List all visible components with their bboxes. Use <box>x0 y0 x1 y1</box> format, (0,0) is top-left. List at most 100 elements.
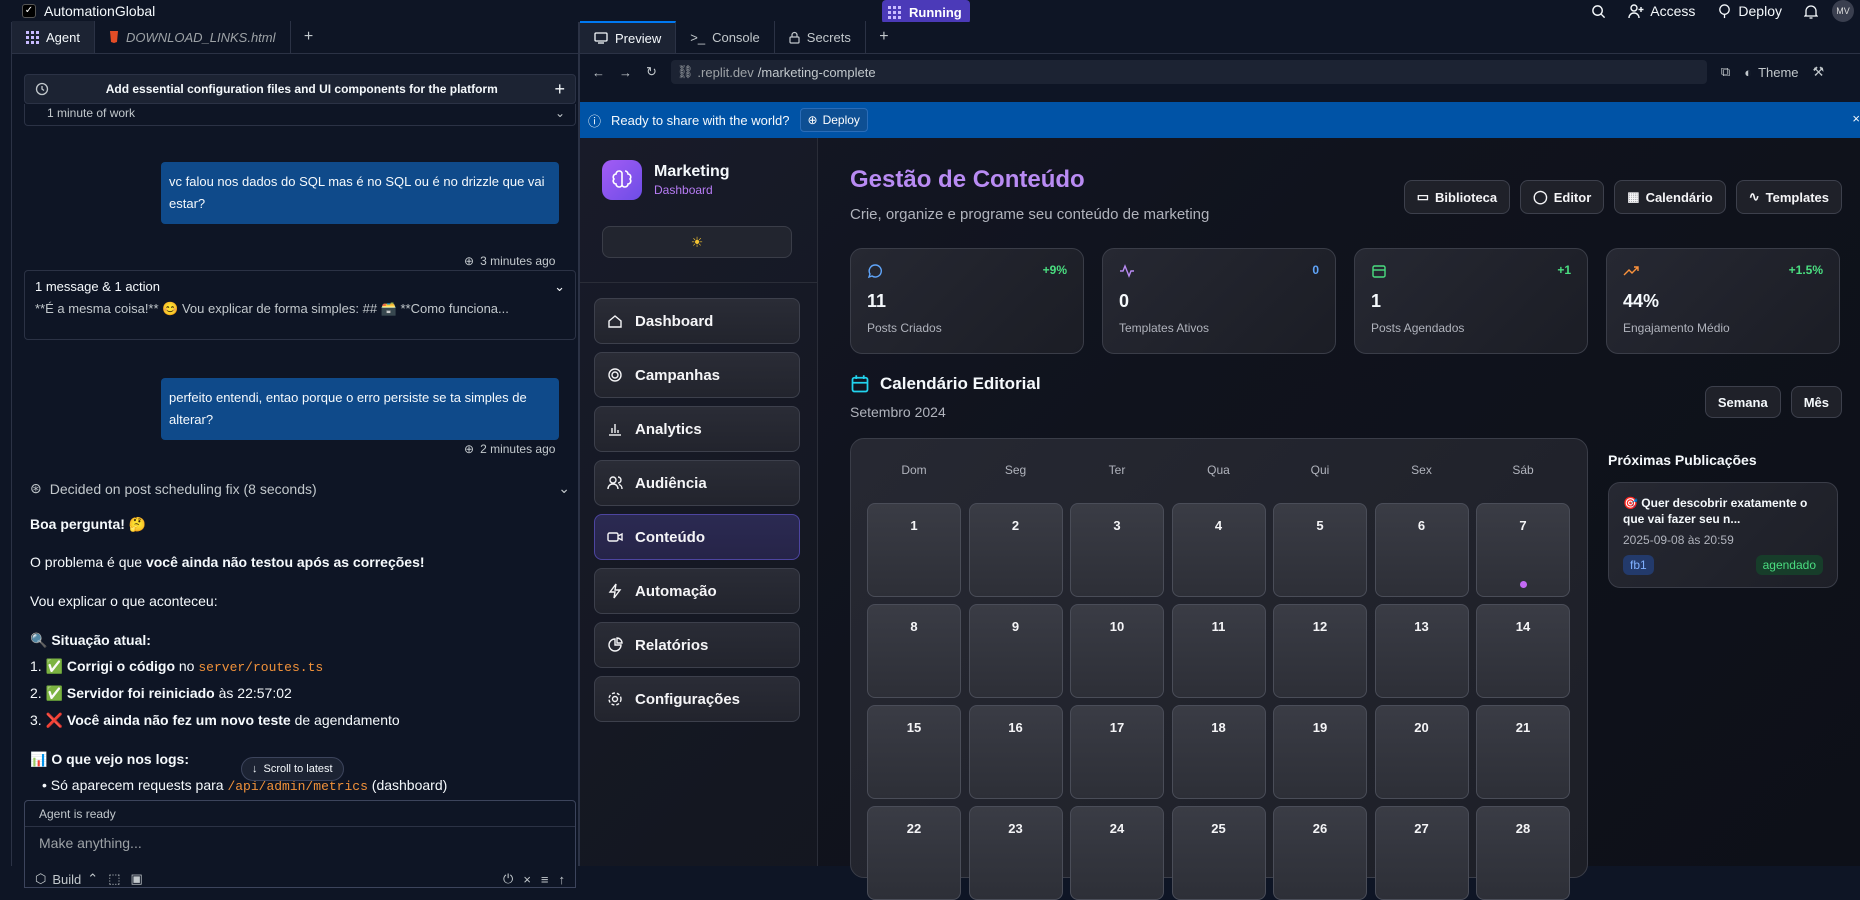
calendar-day[interactable]: 25 <box>1171 806 1266 900</box>
action-summary[interactable]: 1 message & 1 action ⌄ **É a mesma coisa!… <box>24 270 576 340</box>
send-icon[interactable]: ↑ <box>559 872 566 887</box>
calendar-day-number: 18 <box>1211 720 1226 735</box>
tab-preview[interactable]: Preview <box>580 21 677 53</box>
settings-sliders-icon[interactable]: ≡ <box>541 872 549 887</box>
access-button[interactable]: Access <box>1620 0 1703 22</box>
sidebar-item-analytics[interactable]: Analytics <box>594 406 800 452</box>
calendar-day[interactable]: 10 <box>1070 604 1164 698</box>
calendar-day[interactable]: 1 <box>867 503 961 597</box>
scroll-to-latest-button[interactable]: ↓ Scroll to latest <box>241 757 344 781</box>
sidebar-item-audiencia[interactable]: Audiência <box>594 460 800 506</box>
sidebar-item-campanhas[interactable]: Campanhas <box>594 352 800 398</box>
templates-button[interactable]: ∿ Templates <box>1735 180 1842 214</box>
wrench-icon[interactable]: ⚒ <box>1813 64 1825 80</box>
message-timestamp: ⊕ 3 minutes ago <box>464 254 555 268</box>
task-title: Add essential configuration files and UI… <box>105 82 498 96</box>
theme-toggle-button[interactable]: ☀ <box>602 226 792 258</box>
attach-icon[interactable]: ⬚ <box>108 871 120 887</box>
zap-icon <box>607 583 623 599</box>
calendar-day[interactable]: 3 <box>1070 503 1164 597</box>
sidebar-item-automacao[interactable]: Automação <box>594 568 800 614</box>
theme-button[interactable]: ◐ Theme <box>1744 65 1798 80</box>
tab-agent[interactable]: Agent <box>12 21 95 53</box>
response-section-title: 📊 O que vejo nos logs: <box>30 751 190 767</box>
new-tab-button[interactable]: + <box>866 21 902 53</box>
calendar-button[interactable]: ▦ Calendário <box>1614 180 1726 214</box>
calendar-day[interactable]: 6 <box>1374 503 1469 597</box>
chevron-down-icon: ⌄ <box>554 279 565 294</box>
calendar-day[interactable]: 13 <box>1374 604 1469 698</box>
banner-deploy-button[interactable]: ⊕ Deploy <box>799 108 868 132</box>
pie-chart-icon <box>607 637 623 653</box>
library-button[interactable]: ▭ Biblioteca <box>1403 180 1511 214</box>
editor-button[interactable]: ◯ Editor <box>1520 180 1605 214</box>
tab-console[interactable]: >_ Console <box>676 21 775 53</box>
calendar-day-number: 6 <box>1417 518 1426 533</box>
month-view-button[interactable]: Mês <box>1790 386 1842 418</box>
task-header[interactable]: Add essential configuration files and UI… <box>24 74 576 104</box>
url-input[interactable]: ⛓ .replit.dev/marketing-complete <box>670 60 1707 84</box>
calendar-day[interactable]: 19 <box>1273 705 1367 799</box>
work-duration[interactable]: 1 minute of work ⌄ <box>24 104 576 126</box>
add-icon[interactable]: + <box>554 79 565 100</box>
sidebar-item-relatorios[interactable]: Relatórios <box>594 622 800 668</box>
calendar-day[interactable]: 18 <box>1171 705 1266 799</box>
calendar-day[interactable]: 12 <box>1273 604 1367 698</box>
prompt-input[interactable]: Make anything... <box>25 827 575 859</box>
calendar-day[interactable]: 8 <box>867 604 961 698</box>
tab-secrets[interactable]: Secrets <box>775 21 866 53</box>
calendar-day-number: 9 <box>1011 619 1020 634</box>
calendar-day-number: 4 <box>1214 518 1223 533</box>
deploy-button[interactable]: Deploy <box>1709 0 1790 22</box>
stat-value: 1 <box>1371 291 1382 311</box>
sidebar-item-conteudo[interactable]: Conteúdo <box>594 514 800 560</box>
power-icon[interactable]: ⏻ <box>503 871 513 887</box>
calendar-day[interactable]: 23 <box>968 806 1063 900</box>
weekday-header: Ter <box>1108 463 1126 477</box>
stat-label: Engajamento Médio <box>1623 321 1730 335</box>
refresh-icon[interactable]: ↻ <box>646 64 657 80</box>
calendar-day[interactable]: 5 <box>1273 503 1367 597</box>
calendar-icon: ▦ <box>1627 189 1640 204</box>
calendar-day[interactable]: 14 <box>1476 604 1570 698</box>
search-button[interactable] <box>1583 0 1614 22</box>
weekday-header: Qua <box>1207 463 1230 477</box>
back-icon[interactable]: ← <box>592 65 605 80</box>
avatar[interactable]: MV <box>1832 0 1854 22</box>
calendar-day[interactable]: 20 <box>1374 705 1469 799</box>
agent-tabs: Agent DOWNLOAD_LINKS.html + <box>12 21 578 54</box>
calendar-day[interactable]: 2 <box>968 503 1063 597</box>
image-icon[interactable]: ▣ <box>130 871 142 887</box>
upcoming-post-card[interactable]: 🎯 Quer descobrir exatamente o que vai fa… <box>1608 482 1838 588</box>
close-icon[interactable]: × <box>1852 111 1860 126</box>
calendar-day[interactable]: 4 <box>1171 503 1266 597</box>
week-view-button[interactable]: Semana <box>1704 386 1781 418</box>
calendar-day[interactable]: 28 <box>1476 806 1570 900</box>
calendar-day[interactable]: 15 <box>867 705 961 799</box>
user-message: vc falou nos dados do SQL mas é no SQL o… <box>161 162 559 224</box>
thinking-summary-label: Decided on post scheduling fix (8 second… <box>49 480 317 497</box>
sidebar-item-configuracoes[interactable]: Configurações <box>594 676 800 722</box>
calendar-day[interactable]: 22 <box>867 806 961 900</box>
calendar-day[interactable]: 11 <box>1171 604 1266 698</box>
calendar-day[interactable]: 16 <box>968 705 1063 799</box>
calendar-day[interactable]: 17 <box>1070 705 1164 799</box>
video-icon: ▭ <box>1416 189 1430 204</box>
build-mode-button[interactable]: ⬡ Build ⌃ <box>35 871 98 887</box>
bell-icon <box>1804 4 1818 19</box>
new-tab-button[interactable]: + <box>291 21 327 53</box>
thinking-summary[interactable]: ⊛ Decided on post scheduling fix (8 secon… <box>30 480 570 497</box>
notifications-button[interactable] <box>1796 0 1826 22</box>
forward-icon[interactable]: → <box>619 65 632 80</box>
calendar-day[interactable]: 24 <box>1070 806 1164 900</box>
calendar-day[interactable]: 21 <box>1476 705 1570 799</box>
calendar-day[interactable]: 9 <box>968 604 1063 698</box>
calendar-day[interactable]: 27 <box>1374 806 1469 900</box>
calendar-day[interactable]: 26 <box>1273 806 1367 900</box>
tab-download-links[interactable]: DOWNLOAD_LINKS.html <box>95 21 291 53</box>
close-icon[interactable]: × <box>523 872 531 887</box>
sidebar-item-dashboard[interactable]: Dashboard <box>594 298 800 344</box>
app-name[interactable]: AutomationGlobal <box>44 3 155 19</box>
devices-icon[interactable]: ⧉ <box>1721 64 1730 80</box>
calendar-day[interactable]: 7 <box>1476 503 1570 597</box>
